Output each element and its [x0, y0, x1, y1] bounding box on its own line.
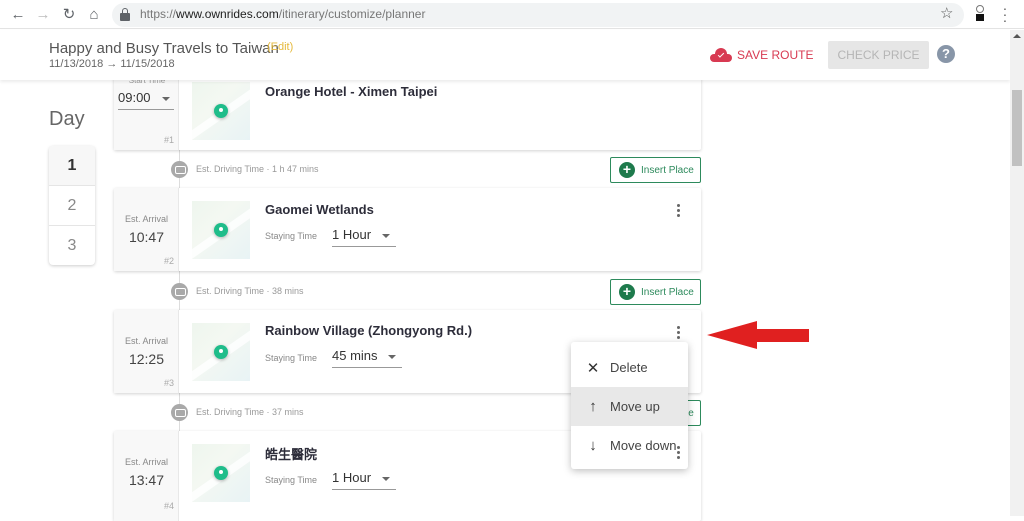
day-tab-3[interactable]: 3	[49, 226, 95, 266]
more-options-icon[interactable]	[675, 446, 681, 462]
extension-icon[interactable]	[975, 5, 985, 21]
staying-time-label: Staying Time	[265, 231, 318, 241]
page-scrollbar[interactable]	[1010, 30, 1024, 516]
car-icon	[171, 403, 188, 421]
edit-trip-link[interactable]: (Edit)	[267, 41, 293, 53]
app-header: Happy and Busy Travels to Taiwan (Edit) …	[0, 30, 1010, 80]
place-name: 皓生醫院	[265, 447, 318, 462]
arrival-time: 12:25	[128, 351, 165, 367]
menu-item-move-up[interactable]: ↑ Move up	[571, 387, 688, 426]
arrival-time: 10:47	[128, 229, 165, 245]
stop-index: #3	[163, 378, 174, 388]
day-tab-2[interactable]: 2	[49, 186, 95, 226]
staying-time-select[interactable]: 1 Hour	[332, 468, 396, 490]
car-icon	[171, 160, 188, 178]
day-tabs: 1 2 3	[49, 146, 95, 265]
check-price-button[interactable]: CHECK PRICE	[828, 41, 929, 69]
dropdown-caret-icon	[162, 97, 170, 101]
annotation-arrow-icon	[707, 321, 809, 349]
plus-icon: +	[619, 284, 635, 300]
driving-time-1: Est. Driving Time · 1 h 47 mins	[171, 160, 319, 178]
url-text[interactable]: https://www.ownrides.com/itinerary/custo…	[140, 7, 425, 21]
stop-index: #1	[163, 135, 174, 145]
plus-icon: +	[619, 162, 635, 178]
lock-icon	[120, 8, 130, 22]
cloud-check-icon	[710, 48, 732, 62]
back-icon[interactable]: ←	[8, 5, 28, 25]
place-name: Rainbow Village (Zhongyong Rd.)	[265, 323, 473, 338]
more-options-icon[interactable]	[674, 204, 682, 220]
arrival-time: 13:47	[128, 472, 165, 488]
map-pin-icon	[214, 223, 228, 237]
save-route-button[interactable]: SAVE ROUTE	[710, 46, 813, 64]
arrow-down-icon: ↓	[589, 437, 597, 454]
driving-time-3: Est. Driving Time · 37 mins	[171, 403, 304, 421]
arrow-up-icon: ↑	[589, 398, 597, 415]
help-icon[interactable]: ?	[937, 45, 955, 63]
menu-item-delete[interactable]: ✕ Delete	[571, 348, 688, 387]
stop-index: #2	[163, 256, 174, 266]
stop-index: #4	[163, 501, 174, 511]
driving-time-2: Est. Driving Time · 38 mins	[171, 282, 304, 300]
insert-place-button[interactable]: + Insert Place	[610, 157, 701, 183]
trip-title: Happy and Busy Travels to Taiwan	[49, 40, 279, 57]
stop-card-2: Est. Arrival 10:47 #2 Gaomei Wetlands St…	[114, 188, 701, 271]
day-label: Day	[49, 108, 85, 130]
stop-options-menu: ✕ Delete ↑ Move up ↓ Move down	[571, 342, 688, 469]
arrow-right-icon: →	[106, 58, 118, 70]
map-thumbnail[interactable]	[192, 444, 250, 502]
map-pin-icon	[214, 466, 228, 480]
dropdown-caret-icon	[382, 477, 390, 481]
place-name: Gaomei Wetlands	[265, 202, 374, 217]
stop-card-1: Start Time 09:00 #1 Orange Hotel - Ximen…	[114, 76, 701, 150]
map-thumbnail[interactable]	[192, 323, 250, 381]
map-pin-icon	[214, 345, 228, 359]
dropdown-caret-icon	[388, 355, 396, 359]
arrival-label: Est. Arrival	[124, 214, 168, 224]
place-name: Orange Hotel - Ximen Taipei	[265, 84, 438, 99]
browser-toolbar: ← → ↻ ⌂ https://www.ownrides.com/itinera…	[0, 0, 1024, 29]
close-icon: ✕	[586, 359, 600, 377]
arrival-label: Est. Arrival	[124, 336, 168, 346]
scrollbar-thumb[interactable]	[1012, 90, 1022, 166]
map-pin-icon	[214, 104, 228, 118]
staying-time-label: Staying Time	[265, 353, 318, 363]
dropdown-caret-icon	[382, 234, 390, 238]
arrival-label: Est. Arrival	[124, 457, 168, 467]
menu-item-move-down[interactable]: ↓ Move down	[571, 426, 688, 465]
map-thumbnail[interactable]	[192, 201, 250, 259]
staying-time-select[interactable]: 1 Hour	[332, 225, 396, 247]
map-thumbnail[interactable]	[192, 82, 250, 140]
address-bar[interactable]: https://www.ownrides.com/itinerary/custo…	[112, 3, 964, 27]
home-icon[interactable]: ⌂	[84, 5, 104, 25]
insert-place-button[interactable]: + Insert Place	[610, 279, 701, 305]
scroll-up-arrow-icon[interactable]	[1013, 34, 1021, 38]
bookmark-star-icon[interactable]: ☆	[940, 4, 953, 22]
more-options-icon[interactable]	[674, 326, 682, 342]
staying-time-select[interactable]: 45 mins	[332, 346, 402, 368]
day-tab-1[interactable]: 1	[49, 146, 95, 186]
forward-icon[interactable]: →	[33, 5, 53, 25]
start-time-select[interactable]: 09:00	[118, 88, 174, 110]
browser-menu-icon[interactable]: · · ·	[1002, 1, 1008, 27]
staying-time-label: Staying Time	[265, 475, 318, 485]
reload-icon[interactable]: ↻	[59, 5, 79, 25]
trip-dates: 11/13/2018 → 11/15/2018	[49, 58, 175, 70]
car-icon	[171, 282, 188, 300]
